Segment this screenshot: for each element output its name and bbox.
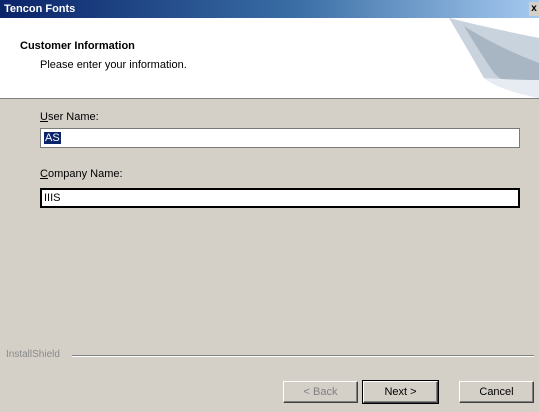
- page-subtitle: Please enter your information.: [40, 59, 187, 71]
- installer-window: Tencon Fonts x Customer Information Plea…: [0, 0, 539, 412]
- user-name-label: User Name:: [40, 111, 99, 123]
- page-heading: Customer Information: [20, 40, 135, 52]
- window-title: Tencon Fonts: [4, 3, 76, 15]
- company-name-label: Company Name:: [40, 168, 123, 180]
- footer-separator: [72, 355, 534, 357]
- next-button[interactable]: Next >: [362, 380, 439, 404]
- cancel-button[interactable]: Cancel: [459, 381, 534, 403]
- page-curl-icon: [449, 18, 539, 98]
- user-name-value: AS: [44, 132, 61, 144]
- installshield-brand: InstallShield: [6, 349, 60, 360]
- title-bar[interactable]: Tencon Fonts x: [0, 0, 539, 18]
- header-banner: Customer Information Please enter your i…: [0, 18, 539, 99]
- user-name-field[interactable]: AS: [40, 128, 520, 148]
- company-name-field[interactable]: IIIS: [40, 188, 520, 208]
- back-button[interactable]: < Back: [283, 381, 358, 403]
- close-icon[interactable]: x: [529, 2, 539, 16]
- company-name-value: IIIS: [44, 192, 61, 204]
